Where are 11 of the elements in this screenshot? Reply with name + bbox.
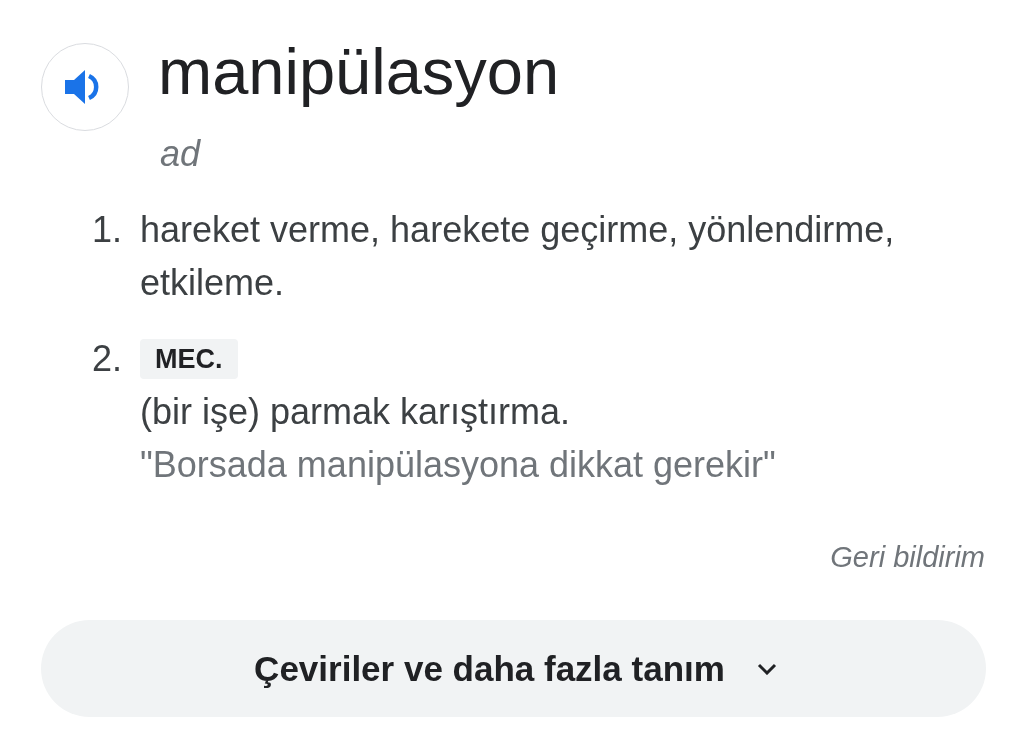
part-of-speech: ad bbox=[160, 134, 201, 174]
headword: manipülasyon bbox=[158, 35, 560, 109]
feedback-link[interactable]: Geri bildirim bbox=[830, 541, 985, 573]
more-definitions-button[interactable]: Çeviriler ve daha fazla tanım bbox=[41, 620, 986, 717]
definition-text: hareket verme, harekete geçirme, yönlendirme, etkileme. bbox=[140, 208, 896, 305]
definition-number: 2. bbox=[92, 337, 124, 381]
register-tag: MEC. bbox=[140, 338, 238, 379]
example-sentence: "Borsada manipülasyona dikkat gerekir" bbox=[140, 443, 777, 487]
definition-text: (bir işe) parmak karıştırma. bbox=[140, 390, 572, 434]
chevron-down-icon bbox=[756, 662, 777, 675]
definition-number: 1. bbox=[92, 208, 124, 252]
